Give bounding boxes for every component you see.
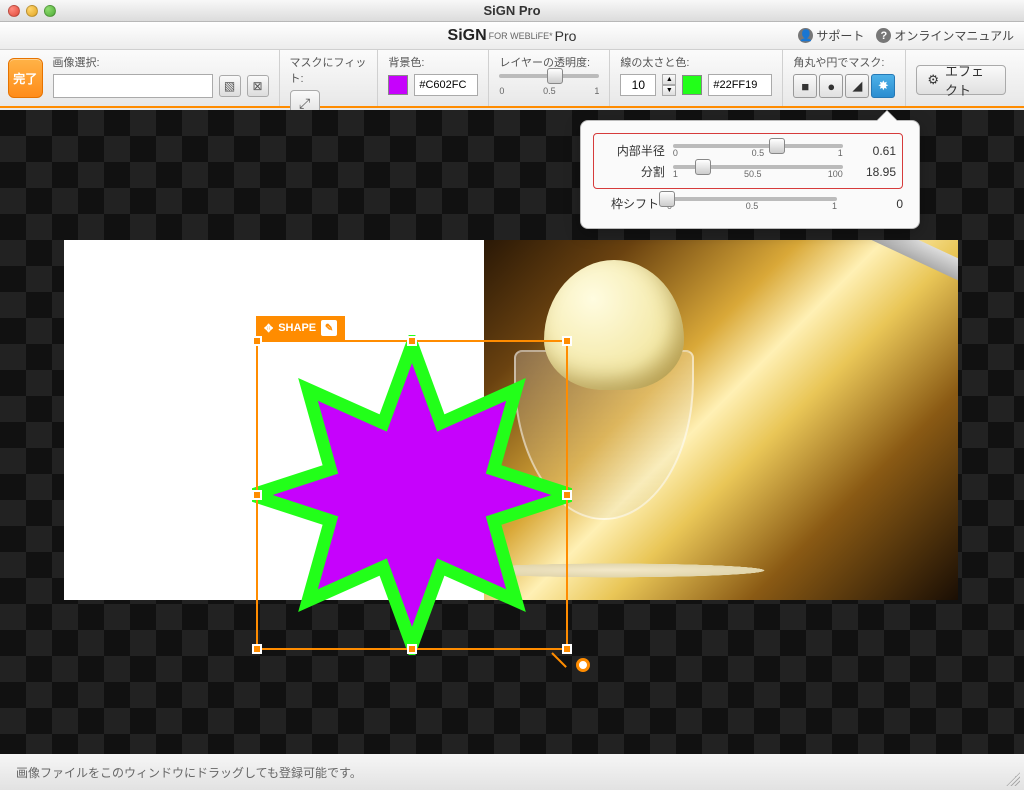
segments-slider[interactable] [673,165,843,169]
mask-rounded-button[interactable]: ◢ [845,74,869,98]
help-links: 👤 サポート ? オンラインマニュアル [798,22,1014,49]
bg-label: 背景色: [388,54,478,70]
image-select-label: 画像選択: [53,54,269,70]
sector-mask: 角丸や円でマスク: ■ ● ◢ ✸ [793,50,906,106]
sector-image-select: 画像選択: ▧ ⊠ [53,50,280,106]
image-path-field[interactable] [53,74,213,98]
opacity-slider[interactable] [499,74,599,78]
fit-label: マスクにフィット: [290,54,368,86]
shape-tab[interactable]: ✥ SHAPE ✎ [256,316,345,340]
bg-hex-input[interactable] [414,74,478,96]
status-bar: 画像ファイルをこのウィンドウにドラッグしても登録可能です。 [0,754,1024,790]
handle-l[interactable] [252,490,262,500]
shift-ticks: 0 0.5 1 [667,201,837,211]
sector-effect: ⚙ エフェクト [916,50,1016,106]
handle-tl[interactable] [252,336,262,346]
opacity-tick-max: 1 [594,86,599,96]
opacity-tick-mid: 0.5 [543,86,556,96]
segments-row: 分割 1 50.5 100 18.95 [600,163,896,180]
stroke-color-swatch[interactable] [682,75,702,95]
stroke-hex-input[interactable] [708,74,772,96]
mask-label: 角丸や円でマスク: [793,54,895,70]
handle-r[interactable] [562,490,572,500]
handle-b[interactable] [407,644,417,654]
effect-label: エフェクト [945,61,995,99]
opacity-tick-min: 0 [499,86,504,96]
app-logo-pro: Pro [555,28,577,44]
inner-radius-row: 内部半径 0 0.5 1 0.61 [600,142,896,159]
popover-highlighted-group: 内部半径 0 0.5 1 0.61 分割 1 [593,133,903,189]
shift-slider[interactable] [667,197,837,201]
browse-image-button[interactable]: ▧ [219,75,241,97]
selection-box[interactable]: ✥ SHAPE ✎ [256,340,568,650]
handle-tr[interactable] [562,336,572,346]
inner-radius-thumb[interactable] [769,138,785,154]
handle-t[interactable] [407,336,417,346]
logo-bar: SiGN FOR WEBLiFE* Pro 👤 サポート ? オンラインマニュア… [0,22,1024,50]
sector-opacity: レイヤーの透明度: 0 0.5 1 [499,50,610,106]
shift-value: 0 [857,197,903,211]
inner-radius-label: 内部半径 [600,142,665,159]
shift-row: 枠シフト 0 0.5 1 0 [593,195,903,212]
shift-label: 枠シフト [593,195,659,212]
app-logo-main: SiGN [448,27,487,45]
clear-image-button[interactable]: ⊠ [247,75,269,97]
inner-radius-value: 0.61 [851,144,896,158]
segments-thumb[interactable] [695,159,711,175]
opacity-thumb[interactable] [547,68,563,84]
photo-fork [843,240,958,311]
toolbar: 完了 画像選択: ▧ ⊠ マスクにフィット: ⤢ 背景色: レイヤーの透明度: … [0,50,1024,108]
edit-shape-button[interactable]: ✎ [321,320,337,336]
mask-burst-button[interactable]: ✸ [871,74,895,98]
question-icon: ? [876,28,891,43]
burst-settings-popover: 内部半径 0 0.5 1 0.61 分割 1 [580,120,920,229]
shift-thumb[interactable] [659,191,675,207]
app-logo-sub: FOR WEBLiFE* [489,31,553,41]
sliders-icon: ⚙ [927,72,939,88]
manual-label: オンラインマニュアル [894,27,1014,44]
window-title: SiGN Pro [0,3,1024,18]
sector-stroke: 線の太さと色: ▲ ▼ [620,50,783,106]
move-icon: ✥ [264,322,273,335]
segments-value: 18.95 [851,165,896,179]
sector-bgcolor: 背景色: [388,50,489,106]
stroke-label: 線の太さと色: [620,54,772,70]
mask-shape-buttons: ■ ● ◢ ✸ [793,74,895,98]
opacity-ticks: 0 0.5 1 [499,86,599,96]
bg-color-swatch[interactable] [388,75,408,95]
done-button[interactable]: 完了 [8,58,43,98]
handle-bl[interactable] [252,644,262,654]
title-bar: SiGN Pro [0,0,1024,22]
stroke-width-input[interactable] [620,74,656,96]
support-label: サポート [816,27,864,44]
sector-fit: マスクにフィット: ⤢ [290,50,379,106]
stroke-width-stepper: ▲ ▼ [662,74,676,96]
rotate-handle[interactable] [576,658,590,672]
status-hint: 画像ファイルをこのウィンドウにドラッグしても登録可能です。 [16,764,362,781]
mask-square-button[interactable]: ■ [793,74,817,98]
inner-radius-ticks: 0 0.5 1 [673,148,843,158]
support-link[interactable]: 👤 サポート [798,27,864,44]
stroke-up-button[interactable]: ▲ [662,74,676,85]
mask-circle-button[interactable]: ● [819,74,843,98]
manual-link[interactable]: ? オンラインマニュアル [876,27,1014,44]
resize-grip-icon[interactable] [1006,772,1020,786]
inner-radius-slider[interactable] [673,144,843,148]
user-icon: 👤 [798,28,813,43]
handle-br[interactable] [562,644,572,654]
effect-button[interactable]: ⚙ エフェクト [916,65,1006,95]
segments-label: 分割 [600,163,665,180]
stroke-down-button[interactable]: ▼ [662,85,676,96]
shape-tab-label: SHAPE [278,322,316,334]
